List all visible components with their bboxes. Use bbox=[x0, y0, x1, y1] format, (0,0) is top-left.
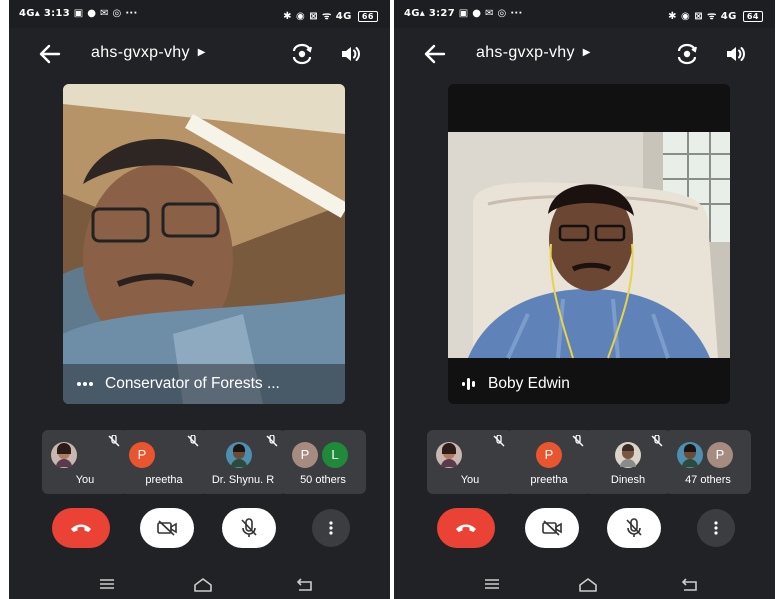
end-call-button[interactable] bbox=[52, 508, 110, 548]
speaker-icon[interactable] bbox=[724, 42, 748, 66]
participant-tile-preetha[interactable]: P preetha bbox=[506, 430, 592, 494]
caret-right-icon: ▶ bbox=[197, 47, 206, 58]
participant-tile-dr-shynu[interactable]: Dr. Shynu. R bbox=[200, 430, 286, 494]
audio-level-icon bbox=[462, 378, 476, 390]
participant-strip: You P preetha Dr. Shynu. R P L 50 others bbox=[42, 430, 366, 494]
camera-off-icon bbox=[542, 520, 562, 536]
more-vert-icon bbox=[714, 521, 718, 535]
more-options-button[interactable] bbox=[697, 509, 735, 547]
status-bar: 4G▴ 3:13 ▣ ● ✉ ◎ ··· ✱ ◉ ⊠ ᯤ 4G 66 bbox=[9, 0, 390, 28]
mic-off-icon bbox=[187, 435, 199, 447]
mic-off-icon bbox=[651, 435, 663, 447]
meeting-code[interactable]: ahs-gvxp-vhy ▶ bbox=[91, 44, 206, 62]
app-bar: ahs-gvxp-vhy ▶ bbox=[394, 34, 775, 74]
participant-tile-you[interactable]: You bbox=[427, 430, 513, 494]
participant-video bbox=[63, 84, 345, 404]
back-arrow-icon[interactable] bbox=[422, 42, 448, 66]
featured-participant-name: Boby Edwin bbox=[488, 375, 570, 392]
camera-toggle-button[interactable] bbox=[525, 508, 579, 548]
status-time: 4G▴ 3:13 ▣ ● ✉ ◎ ··· bbox=[19, 8, 138, 19]
call-controls bbox=[394, 508, 775, 552]
participant-name: You bbox=[460, 474, 480, 486]
participant-strip: You P preetha Dinesh P 47 others bbox=[427, 430, 751, 494]
status-time: 4G▴ 3:27 ▣ ● ✉ ◎ ··· bbox=[404, 8, 523, 19]
switch-camera-icon[interactable] bbox=[289, 41, 315, 67]
camera-off-icon bbox=[157, 520, 177, 536]
featured-video-tile[interactable]: Conservator of Forests ... bbox=[63, 84, 345, 404]
featured-participant-name: Conservator of Forests ... bbox=[105, 375, 280, 392]
avatar: L bbox=[322, 442, 348, 468]
app-bar: ahs-gvxp-vhy ▶ bbox=[9, 34, 390, 74]
participant-name: Dr. Shynu. R bbox=[211, 474, 275, 486]
participant-name: 47 others bbox=[685, 474, 731, 486]
mic-off-icon bbox=[241, 518, 257, 537]
switch-camera-icon[interactable] bbox=[674, 41, 700, 67]
call-screen-right: 4G▴ 3:27 ▣ ● ✉ ◎ ··· ✱ ◉ ⊠ ᯤ 4G 64 ahs-g… bbox=[394, 0, 775, 599]
speaker-icon[interactable] bbox=[339, 42, 363, 66]
mic-off-icon bbox=[266, 435, 278, 447]
avatar: P bbox=[707, 442, 733, 468]
menu-icon[interactable] bbox=[95, 574, 119, 594]
participant-name: preetha bbox=[145, 474, 183, 486]
participant-name: You bbox=[75, 474, 95, 486]
status-bar: 4G▴ 3:27 ▣ ● ✉ ◎ ··· ✱ ◉ ⊠ ᯤ 4G 64 bbox=[394, 0, 775, 28]
system-nav-bar bbox=[394, 570, 775, 599]
call-controls bbox=[9, 508, 390, 552]
menu-icon[interactable] bbox=[480, 574, 504, 594]
camera-toggle-button[interactable] bbox=[140, 508, 194, 548]
back-icon[interactable] bbox=[293, 574, 317, 594]
status-icons: ✱ ◉ ⊠ ᯤ 4G 64 bbox=[668, 8, 763, 22]
mic-toggle-button[interactable] bbox=[607, 508, 661, 548]
mic-off-icon bbox=[108, 435, 120, 447]
home-icon[interactable] bbox=[576, 574, 600, 594]
meeting-code[interactable]: ahs-gvxp-vhy ▶ bbox=[476, 44, 591, 62]
end-call-button[interactable] bbox=[437, 508, 495, 548]
participant-name: 50 others bbox=[300, 474, 346, 486]
participant-name: Dinesh bbox=[610, 474, 646, 486]
avatar bbox=[51, 442, 77, 468]
avatar: P bbox=[129, 442, 155, 468]
battery-icon: 64 bbox=[742, 11, 763, 22]
participant-tile-preetha[interactable]: P preetha bbox=[121, 430, 207, 494]
battery-icon: 66 bbox=[357, 11, 378, 22]
avatar: P bbox=[292, 442, 318, 468]
avatar: P bbox=[536, 442, 562, 468]
end-call-icon bbox=[456, 524, 476, 532]
back-icon[interactable] bbox=[678, 574, 702, 594]
featured-video-tile[interactable]: Boby Edwin bbox=[448, 84, 730, 404]
participant-tile-others[interactable]: P 47 others bbox=[665, 430, 751, 494]
home-icon[interactable] bbox=[191, 574, 215, 594]
call-screen-left: 4G▴ 3:13 ▣ ● ✉ ◎ ··· ✱ ◉ ⊠ ᯤ 4G 66 ahs-g… bbox=[9, 0, 390, 599]
mic-off-icon bbox=[626, 518, 642, 537]
back-arrow-icon[interactable] bbox=[37, 42, 63, 66]
participant-tile-others[interactable]: P L 50 others bbox=[280, 430, 366, 494]
caret-right-icon: ▶ bbox=[582, 47, 591, 58]
mic-toggle-button[interactable] bbox=[222, 508, 276, 548]
system-nav-bar bbox=[9, 570, 390, 599]
end-call-icon bbox=[71, 524, 91, 532]
more-horiz-icon bbox=[77, 382, 93, 386]
more-options-button[interactable] bbox=[312, 509, 350, 547]
mic-off-icon bbox=[493, 435, 505, 447]
participant-name: preetha bbox=[530, 474, 568, 486]
featured-participant-label: Conservator of Forests ... bbox=[63, 364, 345, 404]
avatar bbox=[615, 442, 641, 468]
status-icons: ✱ ◉ ⊠ ᯤ 4G 66 bbox=[283, 8, 378, 22]
mic-off-icon bbox=[572, 435, 584, 447]
avatar bbox=[677, 442, 703, 468]
avatar bbox=[436, 442, 462, 468]
participant-tile-dinesh[interactable]: Dinesh bbox=[585, 430, 671, 494]
featured-participant-label: Boby Edwin bbox=[448, 364, 730, 404]
participant-tile-you[interactable]: You bbox=[42, 430, 128, 494]
avatar bbox=[226, 442, 252, 468]
more-vert-icon bbox=[329, 521, 333, 535]
participant-video bbox=[448, 84, 730, 404]
